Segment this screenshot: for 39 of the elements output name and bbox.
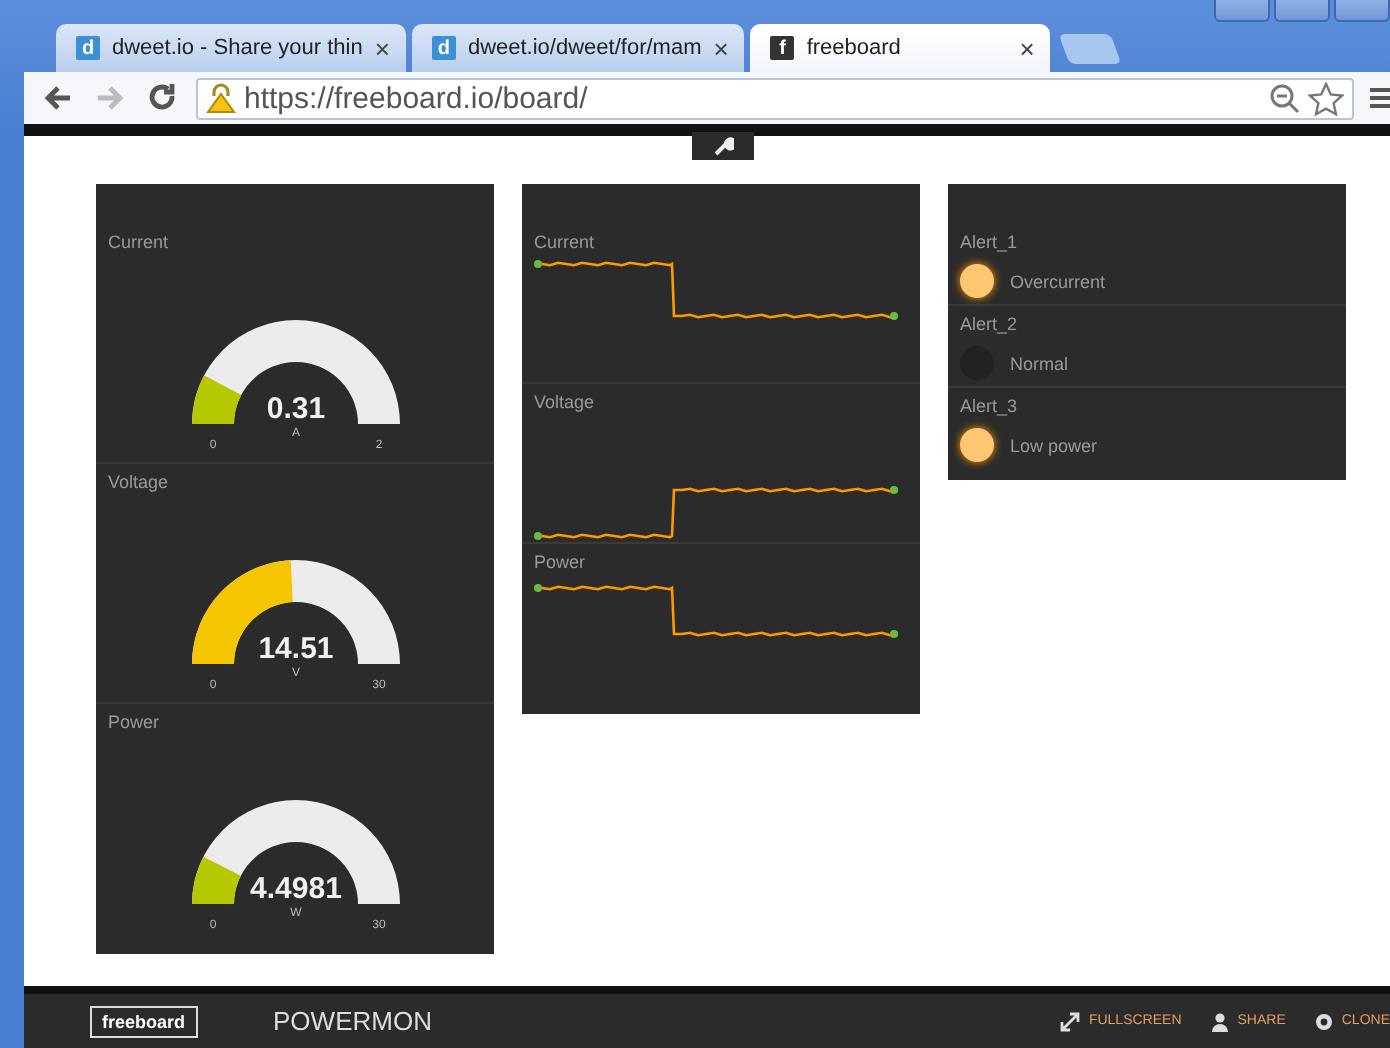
gauge-value: 4.4981	[250, 872, 342, 906]
window-control-button[interactable]	[1334, 0, 1390, 22]
zoom-icon[interactable]	[1268, 82, 1300, 114]
favicon-icon: f	[770, 36, 795, 60]
indicator-title: Alert_1	[960, 230, 1020, 256]
dashboard-title: POWERMON	[273, 1006, 434, 1036]
browser-tab[interactable]: f freeboard ×	[750, 24, 1051, 72]
browser-tab[interactable]: d dweet.io - Share your thin ×	[56, 24, 406, 72]
gauge-value: 0.31	[266, 392, 326, 426]
fullscreen-icon	[1060, 1011, 1081, 1031]
favicon-icon: d	[431, 36, 456, 60]
lock-icon	[206, 82, 236, 114]
sparkline-title: Voltage	[534, 390, 597, 416]
window-control-button[interactable]	[1214, 0, 1270, 22]
settings-button[interactable]	[692, 132, 754, 160]
logo: freeboard	[90, 1005, 198, 1037]
sparkline-title: Current	[534, 230, 597, 256]
gauge-title: Power	[108, 710, 162, 736]
menu-icon[interactable]	[1370, 84, 1390, 112]
browser-tab[interactable]: d dweet.io/dweet/for/mam ×	[411, 24, 745, 72]
close-tab-button[interactable]: ×	[374, 33, 390, 63]
wrench-icon	[713, 136, 733, 156]
window-control-button[interactable]	[1274, 0, 1330, 22]
indicator-title: Alert_3	[960, 394, 1020, 420]
close-tab-button[interactable]: ×	[713, 33, 729, 63]
gauge-value: 14.51	[258, 632, 334, 666]
clone-icon	[1313, 1011, 1334, 1031]
address-field[interactable]: https://freeboard.io/board/	[196, 77, 1354, 119]
share-icon	[1209, 1011, 1230, 1031]
indicator-text: Low power	[1010, 435, 1098, 455]
favicon-icon: d	[76, 36, 100, 60]
close-tab-button[interactable]: ×	[1019, 33, 1035, 63]
indicator-text: Normal	[1010, 353, 1069, 373]
star-icon[interactable]	[1308, 81, 1344, 115]
gauge-title: Voltage	[108, 470, 171, 496]
indicator-text: Overcurrent	[1010, 271, 1106, 291]
sparkline-title: Power	[534, 550, 588, 576]
indicator-title: Alert_2	[960, 312, 1020, 338]
gauge-title: Current	[108, 230, 171, 256]
